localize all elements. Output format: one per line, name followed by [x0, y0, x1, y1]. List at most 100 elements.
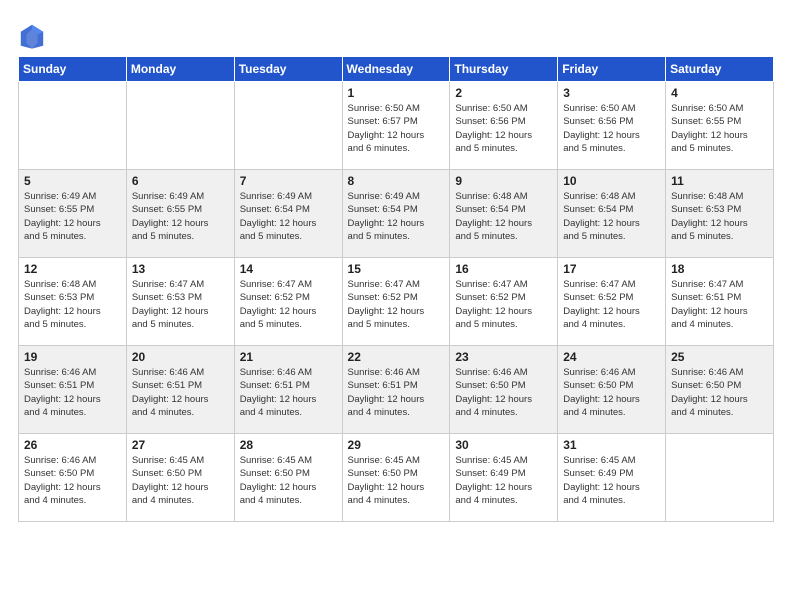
calendar-week-3: 12Sunrise: 6:48 AM Sunset: 6:53 PM Dayli… — [19, 258, 774, 346]
calendar-cell: 13 Sunrise: 6:47 AM Sunset: 6:53 PM Dayli… — [126, 258, 234, 346]
day-number: 11 — [671, 174, 768, 188]
day-info: Sunrise: 6:47 AM Sunset: 6:53 PM Dayligh… — [132, 278, 229, 331]
calendar-week-1: 1 Sunrise: 6:50 AM Sunset: 6:57 PM Daylig… — [19, 82, 774, 170]
day-number: 1 — [348, 86, 445, 100]
day-info: Sunrise: 6:46 AM Sunset: 6:50 PM Dayligh… — [671, 366, 768, 419]
day-info: Sunrise: 6:49 AM Sunset: 6:54 PM Dayligh… — [348, 190, 445, 243]
calendar-cell: 15 Sunrise: 6:47 AM Sunset: 6:52 PM Dayli… — [342, 258, 450, 346]
calendar-cell — [19, 82, 127, 170]
logo-icon — [18, 22, 46, 50]
calendar-cell: 18Sunrise: 6:47 AM Sunset: 6:51 PM Dayli… — [666, 258, 774, 346]
day-info: Sunrise: 6:46 AM Sunset: 6:50 PM Dayligh… — [563, 366, 660, 419]
day-number: 23 — [455, 350, 552, 364]
day-info: Sunrise: 6:45 AM Sunset: 6:50 PM Dayligh… — [348, 454, 445, 507]
calendar-cell: 25 Sunrise: 6:46 AM Sunset: 6:50 PM Dayli… — [666, 346, 774, 434]
day-number: 4 — [671, 86, 768, 100]
day-info: Sunrise: 6:46 AM Sunset: 6:51 PM Dayligh… — [348, 366, 445, 419]
day-number: 9 — [455, 174, 552, 188]
day-info: Sunrise: 6:46 AM Sunset: 6:51 PM Dayligh… — [24, 366, 121, 419]
day-info: Sunrise: 6:49 AM Sunset: 6:55 PM Dayligh… — [132, 190, 229, 243]
calendar-cell: 24 Sunrise: 6:46 AM Sunset: 6:50 PM Dayli… — [558, 346, 666, 434]
calendar-cell: 29 Sunrise: 6:45 AM Sunset: 6:50 PM Dayli… — [342, 434, 450, 522]
day-info: Sunrise: 6:45 AM Sunset: 6:49 PM Dayligh… — [563, 454, 660, 507]
day-info: Sunrise: 6:45 AM Sunset: 6:49 PM Dayligh… — [455, 454, 552, 507]
day-info: Sunrise: 6:47 AM Sunset: 6:52 PM Dayligh… — [455, 278, 552, 331]
calendar-cell: 5 Sunrise: 6:49 AM Sunset: 6:55 PM Daylig… — [19, 170, 127, 258]
day-info: Sunrise: 6:47 AM Sunset: 6:52 PM Dayligh… — [348, 278, 445, 331]
calendar-cell: 20 Sunrise: 6:46 AM Sunset: 6:51 PM Dayli… — [126, 346, 234, 434]
weekday-header-monday: Monday — [126, 57, 234, 82]
calendar-cell — [666, 434, 774, 522]
day-info: Sunrise: 6:50 AM Sunset: 6:57 PM Dayligh… — [348, 102, 445, 155]
day-number: 19 — [24, 350, 121, 364]
calendar-cell: 4Sunrise: 6:50 AM Sunset: 6:55 PM Daylig… — [666, 82, 774, 170]
day-info: Sunrise: 6:46 AM Sunset: 6:50 PM Dayligh… — [24, 454, 121, 507]
day-number: 20 — [132, 350, 229, 364]
calendar-cell: 6 Sunrise: 6:49 AM Sunset: 6:55 PM Daylig… — [126, 170, 234, 258]
day-info: Sunrise: 6:50 AM Sunset: 6:56 PM Dayligh… — [563, 102, 660, 155]
day-number: 28 — [240, 438, 337, 452]
calendar-cell — [126, 82, 234, 170]
day-number: 2 — [455, 86, 552, 100]
calendar-week-5: 26 Sunrise: 6:46 AM Sunset: 6:50 PM Dayli… — [19, 434, 774, 522]
day-number: 6 — [132, 174, 229, 188]
calendar-cell: 26 Sunrise: 6:46 AM Sunset: 6:50 PM Dayli… — [19, 434, 127, 522]
day-info: Sunrise: 6:47 AM Sunset: 6:52 PM Dayligh… — [563, 278, 660, 331]
weekday-header-tuesday: Tuesday — [234, 57, 342, 82]
calendar-cell: 21 Sunrise: 6:46 AM Sunset: 6:51 PM Dayli… — [234, 346, 342, 434]
calendar-cell: 8 Sunrise: 6:49 AM Sunset: 6:54 PM Daylig… — [342, 170, 450, 258]
day-number: 16 — [455, 262, 552, 276]
day-number: 30 — [455, 438, 552, 452]
day-number: 15 — [348, 262, 445, 276]
calendar-cell: 30 Sunrise: 6:45 AM Sunset: 6:49 PM Dayli… — [450, 434, 558, 522]
day-number: 24 — [563, 350, 660, 364]
day-info: Sunrise: 6:48 AM Sunset: 6:53 PM Dayligh… — [24, 278, 121, 331]
calendar-cell: 11Sunrise: 6:48 AM Sunset: 6:53 PM Dayli… — [666, 170, 774, 258]
day-number: 14 — [240, 262, 337, 276]
weekday-header-saturday: Saturday — [666, 57, 774, 82]
calendar-cell: 3Sunrise: 6:50 AM Sunset: 6:56 PM Daylig… — [558, 82, 666, 170]
day-info: Sunrise: 6:50 AM Sunset: 6:56 PM Dayligh… — [455, 102, 552, 155]
calendar-cell: 28 Sunrise: 6:45 AM Sunset: 6:50 PM Dayli… — [234, 434, 342, 522]
calendar-cell: 10 Sunrise: 6:48 AM Sunset: 6:54 PM Dayli… — [558, 170, 666, 258]
calendar-cell: 7Sunrise: 6:49 AM Sunset: 6:54 PM Daylig… — [234, 170, 342, 258]
calendar-cell: 22 Sunrise: 6:46 AM Sunset: 6:51 PM Dayli… — [342, 346, 450, 434]
calendar-cell: 23 Sunrise: 6:46 AM Sunset: 6:50 PM Dayli… — [450, 346, 558, 434]
day-number: 25 — [671, 350, 768, 364]
day-info: Sunrise: 6:46 AM Sunset: 6:50 PM Dayligh… — [455, 366, 552, 419]
calendar-cell — [234, 82, 342, 170]
day-info: Sunrise: 6:45 AM Sunset: 6:50 PM Dayligh… — [132, 454, 229, 507]
weekday-header-thursday: Thursday — [450, 57, 558, 82]
day-number: 10 — [563, 174, 660, 188]
day-number: 7 — [240, 174, 337, 188]
day-info: Sunrise: 6:46 AM Sunset: 6:51 PM Dayligh… — [132, 366, 229, 419]
day-info: Sunrise: 6:46 AM Sunset: 6:51 PM Dayligh… — [240, 366, 337, 419]
day-number: 8 — [348, 174, 445, 188]
calendar-week-4: 19 Sunrise: 6:46 AM Sunset: 6:51 PM Dayli… — [19, 346, 774, 434]
day-number: 31 — [563, 438, 660, 452]
day-info: Sunrise: 6:45 AM Sunset: 6:50 PM Dayligh… — [240, 454, 337, 507]
day-number: 18 — [671, 262, 768, 276]
calendar-cell: 27 Sunrise: 6:45 AM Sunset: 6:50 PM Dayli… — [126, 434, 234, 522]
day-number: 29 — [348, 438, 445, 452]
day-number: 5 — [24, 174, 121, 188]
day-number: 13 — [132, 262, 229, 276]
day-number: 22 — [348, 350, 445, 364]
day-number: 21 — [240, 350, 337, 364]
weekday-header-row: SundayMondayTuesdayWednesdayThursdayFrid… — [19, 57, 774, 82]
weekday-header-wednesday: Wednesday — [342, 57, 450, 82]
day-number: 26 — [24, 438, 121, 452]
day-number: 27 — [132, 438, 229, 452]
calendar-cell: 9Sunrise: 6:48 AM Sunset: 6:54 PM Daylig… — [450, 170, 558, 258]
calendar-cell: 1 Sunrise: 6:50 AM Sunset: 6:57 PM Daylig… — [342, 82, 450, 170]
calendar-week-2: 5 Sunrise: 6:49 AM Sunset: 6:55 PM Daylig… — [19, 170, 774, 258]
day-info: Sunrise: 6:49 AM Sunset: 6:55 PM Dayligh… — [24, 190, 121, 243]
calendar-table: SundayMondayTuesdayWednesdayThursdayFrid… — [18, 56, 774, 522]
weekday-header-sunday: Sunday — [19, 57, 127, 82]
day-number: 17 — [563, 262, 660, 276]
header — [18, 18, 774, 50]
calendar-cell: 16 Sunrise: 6:47 AM Sunset: 6:52 PM Dayli… — [450, 258, 558, 346]
day-info: Sunrise: 6:48 AM Sunset: 6:54 PM Dayligh… — [563, 190, 660, 243]
calendar-cell: 14Sunrise: 6:47 AM Sunset: 6:52 PM Dayli… — [234, 258, 342, 346]
logo — [18, 22, 50, 50]
